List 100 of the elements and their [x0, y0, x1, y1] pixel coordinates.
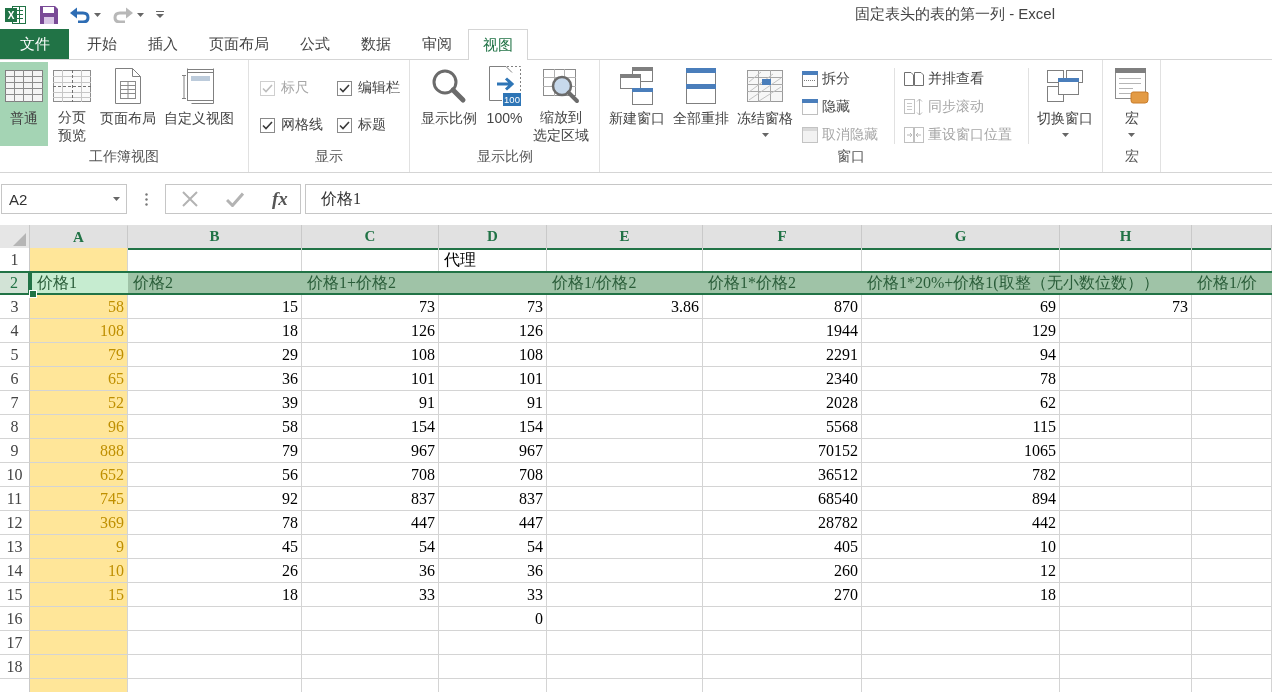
table-cell: 447: [302, 511, 439, 535]
row-header[interactable]: 15: [0, 583, 30, 607]
page-layout-button[interactable]: 页面布局: [96, 62, 160, 146]
zoom-100-button[interactable]: 100 100%: [480, 62, 529, 146]
save-icon: [40, 5, 58, 24]
row-header[interactable]: 4: [0, 319, 30, 343]
table-cell: 108: [30, 319, 128, 343]
table-cell: 价格2: [133, 273, 173, 293]
row-header[interactable]: 13: [0, 535, 30, 559]
table-cell: 3.86: [547, 295, 703, 319]
hide-button[interactable]: 隐藏: [802, 96, 878, 118]
switch-windows-button[interactable]: 切换窗口: [1033, 62, 1097, 146]
table-cell: 10: [30, 559, 128, 583]
group-label: 显示比例: [475, 147, 534, 166]
row-header[interactable]: 6: [0, 367, 30, 391]
new-window-button[interactable]: 新建窗口: [605, 62, 669, 146]
arrange-all-button[interactable]: 全部重排: [669, 62, 733, 146]
fill-handle[interactable]: [29, 290, 37, 298]
row-header[interactable]: 8: [0, 415, 30, 439]
caret-icon: [113, 197, 120, 201]
row-header[interactable]: 2: [0, 273, 30, 293]
macros-button[interactable]: 宏: [1107, 62, 1156, 146]
column-header[interactable]: F: [703, 225, 862, 250]
formula-field[interactable]: 价格1: [305, 184, 1272, 214]
side-by-side-button[interactable]: 并排查看: [904, 68, 1012, 90]
column-header[interactable]: G: [862, 225, 1060, 250]
table-cell: 708: [439, 463, 547, 487]
column-header[interactable]: E: [547, 225, 703, 250]
ribbon-tab[interactable]: 开始: [72, 29, 132, 59]
column-header[interactable]: A: [30, 225, 128, 250]
table-cell: 15: [128, 295, 302, 319]
row-header[interactable]: 12: [0, 511, 30, 535]
table-cell: 26: [128, 559, 302, 583]
zoom-to-selection-button[interactable]: 缩放到 选定区域: [528, 62, 593, 146]
table-cell: 270: [703, 583, 862, 607]
column-header[interactable]: D: [439, 225, 547, 250]
row-header[interactable]: 5: [0, 343, 30, 367]
table-cell: 36: [128, 367, 302, 391]
row-header[interactable]: 7: [0, 391, 30, 415]
custom-views-button[interactable]: 自定义视图: [160, 62, 238, 146]
ribbon-tab[interactable]: 审阅: [407, 29, 467, 59]
sheet-scroll-icon: [1114, 68, 1149, 104]
freeze-panes-button[interactable]: 冻结窗格: [733, 62, 797, 146]
normal-view-button[interactable]: 普通: [0, 62, 48, 146]
table-cell: 58: [30, 295, 128, 319]
name-box[interactable]: A2: [1, 184, 127, 214]
checkbox[interactable]: [260, 117, 275, 133]
save-button[interactable]: [40, 3, 58, 26]
column-header[interactable]: C: [302, 225, 439, 250]
row-header[interactable]: 17: [0, 631, 30, 655]
table-cell: 129: [862, 319, 1060, 343]
table-cell: 652: [30, 463, 128, 487]
column-header[interactable]: H: [1060, 225, 1192, 250]
active-cell[interactable]: 价格1: [30, 273, 128, 293]
table-cell: 79: [128, 439, 302, 463]
table-cell: 18: [128, 319, 302, 343]
ribbon-tab[interactable]: 数据: [346, 29, 406, 59]
checkbox-label: 编辑栏: [358, 79, 400, 97]
group-label: 工作簿视图: [88, 147, 160, 166]
ribbon-tab[interactable]: 视图: [468, 29, 528, 60]
row-header[interactable]: 10: [0, 463, 30, 487]
table-cell: 78: [128, 511, 302, 535]
table-cell: 价格1/价格2: [552, 273, 637, 293]
table-cell: 2340: [703, 367, 862, 391]
page-break-preview-button[interactable]: 分页 预览: [48, 62, 96, 146]
table-cell: 837: [439, 487, 547, 511]
ribbon-tab[interactable]: 页面布局: [194, 29, 284, 59]
split-window-icon: [802, 71, 818, 87]
row-header[interactable]: 9: [0, 439, 30, 463]
row-header[interactable]: 3: [0, 295, 30, 319]
windows-icon: [1047, 70, 1083, 102]
row-header[interactable]: 1: [0, 248, 30, 272]
row-header[interactable]: 14: [0, 559, 30, 583]
row-header[interactable]: 11: [0, 487, 30, 511]
zoom-button[interactable]: 显示比例: [416, 62, 481, 146]
window-frame-icon: [181, 68, 217, 104]
vertical-ellipsis-icon[interactable]: [145, 192, 148, 206]
grid-icon: [5, 70, 43, 102]
insert-function-button[interactable]: fx: [272, 188, 288, 210]
file-tab[interactable]: 文件: [0, 29, 69, 59]
ribbon-tab[interactable]: 插入: [133, 29, 193, 59]
column-header[interactable]: [1192, 225, 1272, 250]
split-button[interactable]: 拆分: [802, 68, 878, 90]
dashed-grid-icon: [53, 69, 91, 102]
table-cell: 2028: [703, 391, 862, 415]
table-cell: 45: [128, 535, 302, 559]
checkbox[interactable]: [337, 80, 352, 96]
page-scroll-icon: [904, 98, 924, 116]
table-cell: 894: [862, 487, 1060, 511]
column-header[interactable]: B: [128, 225, 302, 250]
table-cell: 9: [30, 535, 128, 559]
row-header[interactable]: 18: [0, 655, 30, 679]
table-cell: 967: [302, 439, 439, 463]
table-cell: 745: [30, 487, 128, 511]
table-cell: 91: [439, 391, 547, 415]
ribbon-tab[interactable]: 公式: [285, 29, 345, 59]
table-cell: 39: [128, 391, 302, 415]
checkbox[interactable]: [337, 117, 352, 133]
table-cell: 96: [30, 415, 128, 439]
row-header[interactable]: 16: [0, 607, 30, 631]
